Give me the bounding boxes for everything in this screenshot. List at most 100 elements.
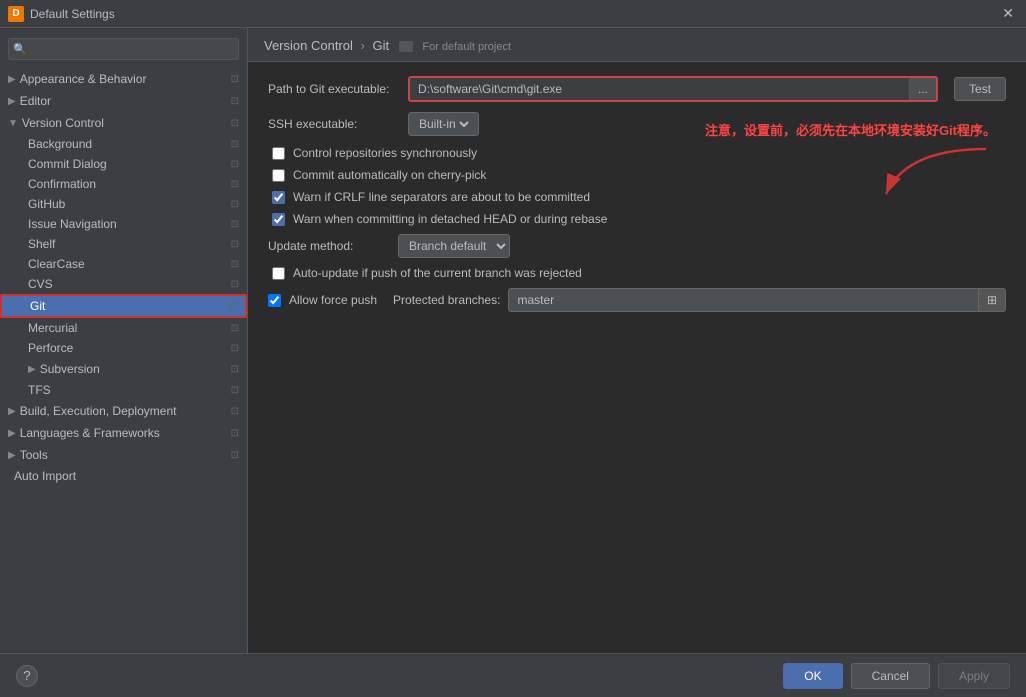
sidebar-label-auto-import: Auto Import xyxy=(14,469,76,483)
sidebar-label-subversion: Subversion xyxy=(40,362,100,376)
sidebar-item-version-control[interactable]: Version Control ⊡ xyxy=(0,112,247,134)
protected-branches-label: Protected branches: xyxy=(393,293,500,307)
sidebar-icon-background: ⊡ xyxy=(231,139,239,150)
expand-arrow-build xyxy=(8,406,16,417)
search-box[interactable]: 🔍 xyxy=(8,38,239,60)
protected-branches-input[interactable] xyxy=(509,289,977,311)
sidebar-label-issue-navigation: Issue Navigation xyxy=(28,217,117,231)
sidebar-icon-shelf: ⊡ xyxy=(231,239,239,250)
annotation-text: 注意，设置前，必须先在本地环境安装好Git程序。 xyxy=(705,122,996,140)
sidebar-item-github[interactable]: GitHub ⊡ xyxy=(0,194,247,214)
search-input[interactable] xyxy=(8,38,239,60)
sidebar-label-perforce: Perforce xyxy=(28,341,73,355)
sidebar-icon-languages: ⊡ xyxy=(231,428,239,439)
update-method-row: Update method: Branch default xyxy=(268,234,1006,258)
sidebar-icon-tfs: ⊡ xyxy=(231,385,239,396)
sidebar-item-build[interactable]: Build, Execution, Deployment ⊡ xyxy=(0,400,247,422)
panel-header: Version Control › Git For default projec… xyxy=(248,28,1026,62)
path-label: Path to Git executable: xyxy=(268,82,408,96)
sidebar-label-github: GitHub xyxy=(28,197,65,211)
sidebar-item-subversion[interactable]: Subversion ⊡ xyxy=(0,358,247,380)
sidebar-item-git[interactable]: Git ⊡ xyxy=(0,294,247,318)
annotation: 注意，设置前，必须先在本地环境安装好Git程序。 xyxy=(705,122,996,204)
test-button[interactable]: Test xyxy=(954,77,1006,101)
sidebar-label-mercurial: Mercurial xyxy=(28,321,77,335)
checkbox-ctrl-sync-label[interactable]: Control repositories synchronously xyxy=(293,146,477,160)
title-bar-text: Default Settings xyxy=(30,7,998,21)
sidebar-item-mercurial[interactable]: Mercurial ⊡ xyxy=(0,318,247,338)
sidebar-icon-vc: ⊡ xyxy=(231,118,239,129)
sidebar-label-shelf: Shelf xyxy=(28,237,55,251)
sidebar-icon-appearance: ⊡ xyxy=(231,74,239,85)
sidebar-item-auto-import[interactable]: Auto Import xyxy=(0,466,247,486)
checkbox-ctrl-sync-input[interactable] xyxy=(272,147,285,160)
sidebar-icon-perforce: ⊡ xyxy=(231,343,239,354)
sidebar-label-confirmation: Confirmation xyxy=(28,177,96,191)
checkbox-auto-commit-input[interactable] xyxy=(272,169,285,182)
checkbox-auto-update: Auto-update if push of the current branc… xyxy=(268,266,1006,280)
sidebar-item-tfs[interactable]: TFS ⊡ xyxy=(0,380,247,400)
expand-arrow-svn xyxy=(28,364,36,375)
sidebar-item-perforce[interactable]: Perforce ⊡ xyxy=(0,338,247,358)
sidebar-icon-cvs: ⊡ xyxy=(231,279,239,290)
ssh-label: SSH executable: xyxy=(268,117,408,131)
sidebar-item-languages[interactable]: Languages & Frameworks ⊡ xyxy=(0,422,247,444)
breadcrumb-git: Git xyxy=(372,38,389,53)
checkbox-warn-crlf-input[interactable] xyxy=(272,191,285,204)
cancel-button[interactable]: Cancel xyxy=(851,663,930,689)
sidebar-item-confirmation[interactable]: Confirmation ⊡ xyxy=(0,174,247,194)
git-path-input[interactable] xyxy=(410,78,909,100)
checkbox-warn-crlf-label[interactable]: Warn if CRLF line separators are about t… xyxy=(293,190,590,204)
checkbox-force-push-input[interactable] xyxy=(268,294,281,307)
content-area: 🔍 Appearance & Behavior ⊡ Editor ⊡ Versi… xyxy=(0,28,1026,653)
sidebar-item-issue-navigation[interactable]: Issue Navigation ⊡ xyxy=(0,214,247,234)
update-method-select[interactable]: Branch default xyxy=(398,234,510,258)
app-icon: D xyxy=(8,6,24,22)
checkbox-auto-commit-label[interactable]: Commit automatically on cherry-pick xyxy=(293,168,486,182)
sidebar-label-vc: Version Control xyxy=(22,116,104,130)
sidebar-icon-tools: ⊡ xyxy=(231,450,239,461)
search-icon: 🔍 xyxy=(13,43,27,56)
sidebar-label-tfs: TFS xyxy=(28,383,51,397)
close-button[interactable]: ✕ xyxy=(998,5,1018,22)
checkbox-warn-detach: Warn when committing in detached HEAD or… xyxy=(268,212,1006,226)
sidebar-icon-svn: ⊡ xyxy=(231,364,239,375)
expand-arrow-languages xyxy=(8,428,16,439)
right-panel: Version Control › Git For default projec… xyxy=(248,28,1026,653)
checkbox-auto-update-label[interactable]: Auto-update if push of the current branc… xyxy=(293,266,582,280)
sidebar-item-editor[interactable]: Editor ⊡ xyxy=(0,90,247,112)
path-input-wrap: ... xyxy=(408,76,938,102)
ssh-select[interactable]: Built-in xyxy=(415,116,472,132)
sidebar-item-appearance[interactable]: Appearance & Behavior ⊡ xyxy=(0,68,247,90)
git-path-row: Path to Git executable: ... Test xyxy=(268,76,1006,102)
title-bar: D Default Settings ✕ xyxy=(0,0,1026,28)
expand-arrow-vc xyxy=(8,118,18,129)
sidebar-icon-mercurial: ⊡ xyxy=(231,323,239,334)
footer: ? OK Cancel Apply xyxy=(0,653,1026,697)
checkbox-auto-update-input[interactable] xyxy=(272,267,285,280)
browse-button[interactable]: ... xyxy=(909,78,936,100)
ok-button[interactable]: OK xyxy=(783,663,842,689)
footer-right: OK Cancel Apply xyxy=(783,663,1010,689)
ssh-select-wrap[interactable]: Built-in xyxy=(408,112,479,136)
protected-input-wrap: ⊞ xyxy=(508,288,1006,312)
sidebar-item-tools[interactable]: Tools ⊡ xyxy=(0,444,247,466)
footer-left: ? xyxy=(16,665,38,687)
force-push-row: Allow force push Protected branches: ⊞ xyxy=(268,288,1006,312)
checkbox-warn-detach-input[interactable] xyxy=(272,213,285,226)
sidebar-item-shelf[interactable]: Shelf ⊡ xyxy=(0,234,247,254)
sidebar-label-git: Git xyxy=(30,299,45,313)
checkbox-force-push-label[interactable]: Allow force push xyxy=(289,293,377,307)
help-button[interactable]: ? xyxy=(16,665,38,687)
sidebar-item-commit-dialog[interactable]: Commit Dialog ⊡ xyxy=(0,154,247,174)
sidebar-item-cvs[interactable]: CVS ⊡ xyxy=(0,274,247,294)
path-label-text: Path to Git executable: xyxy=(268,82,389,96)
sidebar-label-tools: Tools xyxy=(20,448,48,462)
checkbox-warn-detach-label[interactable]: Warn when committing in detached HEAD or… xyxy=(293,212,607,226)
protected-icon-button[interactable]: ⊞ xyxy=(978,289,1005,311)
panel-content: Path to Git executable: ... Test SSH exe… xyxy=(248,62,1026,653)
sidebar-label-languages: Languages & Frameworks xyxy=(20,426,160,440)
apply-button[interactable]: Apply xyxy=(938,663,1010,689)
sidebar-item-clearcase[interactable]: ClearCase ⊡ xyxy=(0,254,247,274)
sidebar-item-background[interactable]: Background ⊡ xyxy=(0,134,247,154)
